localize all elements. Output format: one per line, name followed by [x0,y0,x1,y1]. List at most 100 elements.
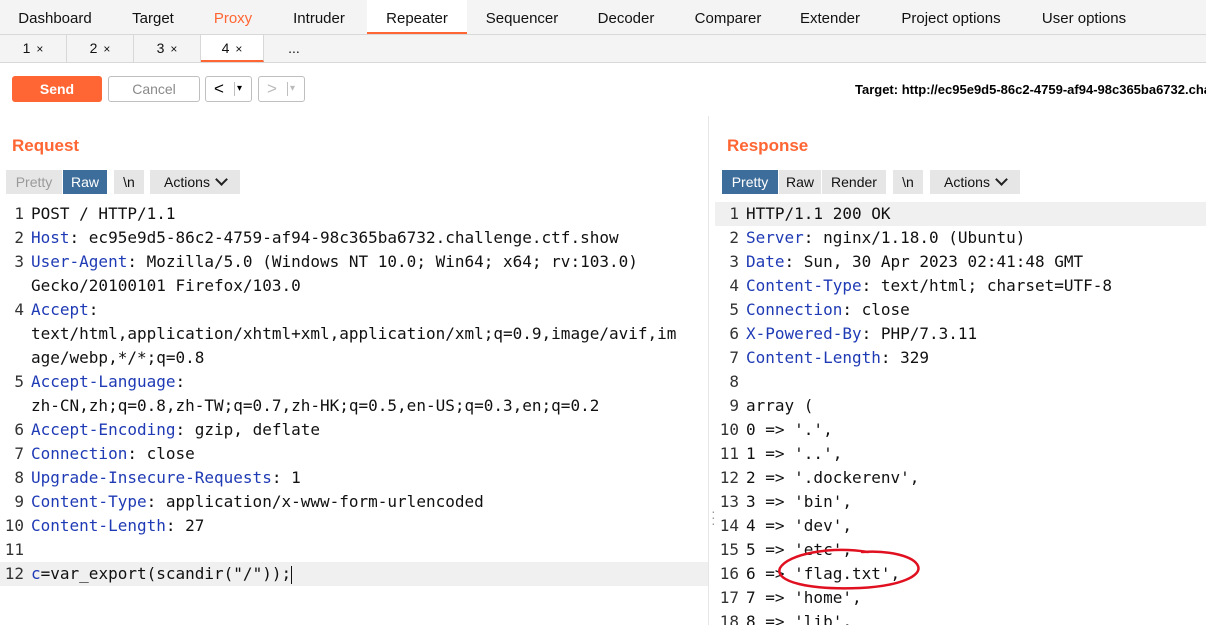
tab-intruder[interactable]: Intruder [278,0,360,34]
code-text: 8 => 'lib', [746,610,852,625]
header-value: =var_export(scandir("/")); [40,564,292,583]
close-icon[interactable]: × [36,42,43,56]
cancel-button[interactable]: Cancel [108,76,200,102]
repeater-tab-new[interactable]: ... [264,35,324,62]
line-number: 8 [729,372,739,391]
code-text: X-Powered-By: PHP/7.3.11 [746,322,977,346]
tab-dashboard[interactable]: Dashboard [6,0,104,34]
response-view-pretty[interactable]: Pretty [722,170,778,194]
code-text: Host: ec95e9d5-86c2-4759-af94-98c365ba67… [31,226,619,250]
tab-decoder[interactable]: Decoder [585,0,667,34]
code-text: 3 => 'bin', [746,490,852,514]
code-text: Upgrade-Insecure-Requests: 1 [31,466,301,490]
request-view-raw[interactable]: Raw [63,170,107,194]
response-line: 12 2 => '.dockerenv', [715,466,1206,490]
code-text: Server: nginx/1.18.0 (Ubuntu) [746,226,1025,250]
tab-project-options[interactable]: Project options [888,0,1014,34]
line-number: 14 [719,516,739,535]
header-value: : text/html; charset=UTF-8 [861,276,1113,295]
tab-sequencer[interactable]: Sequencer [474,0,570,34]
response-newline-toggle[interactable]: \n [893,170,923,194]
repeater-tab-1[interactable]: 1 × [0,35,67,62]
code-text: Content-Type: application/x-www-form-url… [31,490,484,514]
line-number: 3 [729,252,739,271]
header-value: : close [127,444,195,463]
tab-extender[interactable]: Extender [790,0,870,34]
tab-repeater[interactable]: Repeater [367,0,467,34]
tab-target[interactable]: Target [108,0,198,34]
request-editor[interactable]: 1 POST / HTTP/1.1 2 Host: ec95e9d5-86c2-475… [0,202,708,625]
response-line: 11 1 => '..', [715,442,1206,466]
response-line: 5 Connection: close [715,298,1206,322]
repeater-tab-4[interactable]: 4 × [201,35,264,62]
repeater-tab-bar: 1 × 2 × 3 × 4 × ... [0,35,1206,63]
line-number: 12 [719,468,739,487]
code-text: Date: Sun, 30 Apr 2023 02:41:48 GMT [746,250,1083,274]
line-number: 3 [14,252,24,271]
close-icon[interactable]: × [170,42,177,56]
request-view-pretty[interactable]: Pretty [6,170,62,194]
tab-user-options[interactable]: User options [1030,0,1138,34]
line-number: 2 [14,228,24,247]
header-name: Content-Length [31,516,166,535]
response-actions-menu[interactable]: Actions [930,170,1020,194]
code-text: Content-Length: 329 [746,346,929,370]
header-name: Accept [31,300,89,319]
close-icon[interactable]: × [235,42,242,56]
request-line: 2 Host: ec95e9d5-86c2-4759-af94-98c365ba6… [0,226,708,250]
chevron-down-icon [995,173,1008,186]
header-name: Connection [746,300,843,319]
code-text: text/html,application/xhtml+xml,applicat… [31,322,676,346]
main-tab-bar: Dashboard Target Proxy Intruder Repeater… [0,0,1206,35]
target-label[interactable]: Target: http://ec95e9d5-86c2-4759-af94-9… [855,82,1206,97]
line-number: 7 [729,348,739,367]
repeater-tab-2[interactable]: 2 × [67,35,134,62]
code-text: c=var_export(scandir("/")); [31,562,293,586]
header-value: : 1 [271,468,301,487]
code-text: age/webp,*/*;q=0.8 [31,346,204,370]
back-button[interactable]: < ▾ [205,76,252,102]
code-text: 2 => '.dockerenv', [746,466,919,490]
dropdown-arrow-icon[interactable]: ▾ [290,79,295,99]
send-button[interactable]: Send [12,76,102,102]
close-icon[interactable]: × [103,42,110,56]
response-view-render[interactable]: Render [822,170,886,194]
request-newline-toggle[interactable]: \n [114,170,144,194]
header-value: array ( [746,396,814,415]
forward-button[interactable]: > ▾ [258,76,305,102]
tab-comparer[interactable]: Comparer [684,0,772,34]
text-caret [291,565,293,584]
request-actions-menu[interactable]: Actions [150,170,240,194]
header-value: age/webp,*/*;q=0.8 [31,348,205,367]
response-line: 4 Content-Type: text/html; charset=UTF-8 [715,274,1206,298]
request-line: 4 Accept: [0,298,708,322]
line-number: 15 [719,540,739,559]
line-number: 10 [4,516,24,535]
code-text: array ( [746,394,813,418]
request-line: 5 Accept-Language: [0,370,708,394]
header-value: Gecko/20100101 Firefox/103.0 [31,276,301,295]
panel-divider[interactable] [708,116,709,625]
code-text: 1 => '..', [746,442,842,466]
tab-label: 4 [221,40,230,56]
header-value: 4 => 'dev', [746,516,852,535]
header-value: : Sun, 30 Apr 2023 02:41:48 GMT [784,252,1084,271]
line-number: 6 [729,324,739,343]
line-number: 5 [729,300,739,319]
header-value: : PHP/7.3.11 [861,324,978,343]
request-line: age/webp,*/*;q=0.8 [0,346,708,370]
repeater-tab-3[interactable]: 3 × [134,35,201,62]
dropdown-arrow-icon[interactable]: ▾ [237,79,242,99]
header-name: Content-Length [746,348,881,367]
response-view-raw[interactable]: Raw [779,170,821,194]
actions-label: Actions [944,174,990,190]
line-number: 9 [14,492,24,511]
target-container: Target: http://ec95e9d5-86c2-4759-af94-9… [855,82,1206,100]
tab-proxy[interactable]: Proxy [196,0,270,34]
response-title: Response [727,136,809,155]
code-text: Connection: close [31,442,195,466]
header-name: User-Agent [31,252,128,271]
header-value: : Mozilla/5.0 (Windows NT 10.0; Win64; x… [127,252,638,271]
header-value: 0 => '.', [746,420,833,439]
line-number: 18 [719,612,739,625]
